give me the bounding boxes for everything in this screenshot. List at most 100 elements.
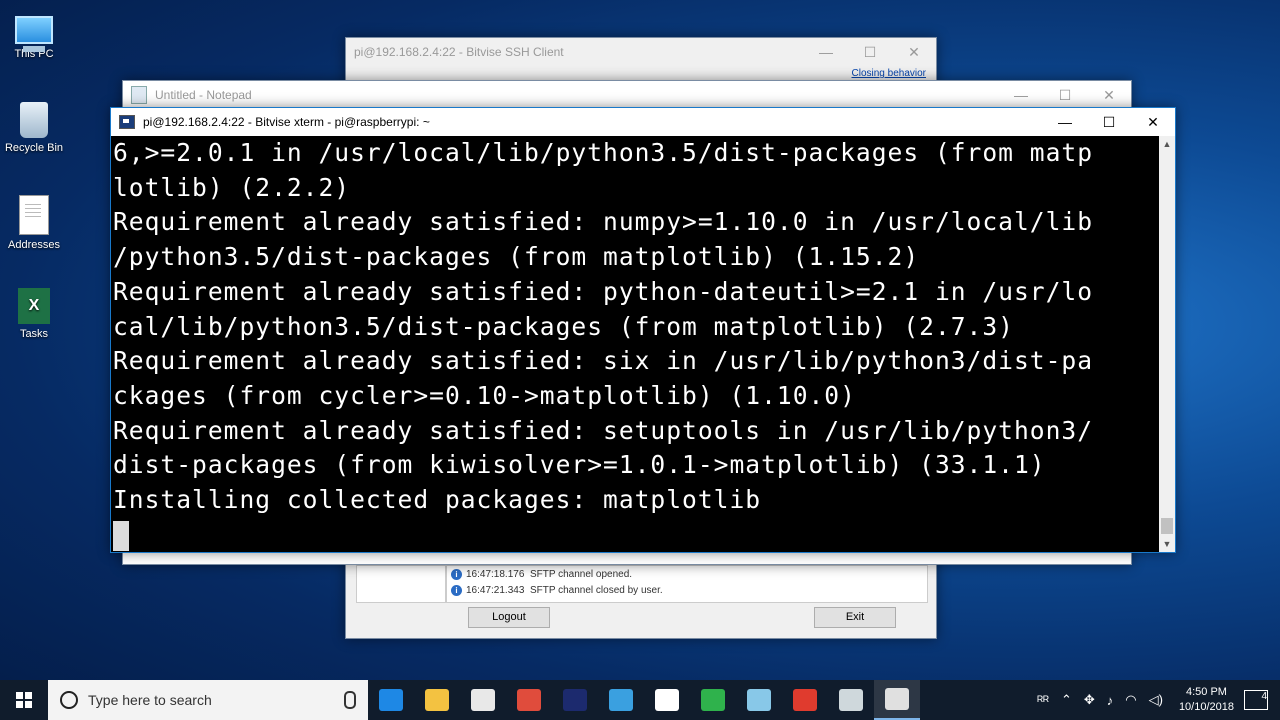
- desktop-icon-recycle-bin[interactable]: Recycle Bin: [4, 102, 64, 154]
- terminal-scrollbar[interactable]: ▲ ▼: [1159, 136, 1175, 552]
- terminal-line: cal/lib/python3.5/dist-packages (from ma…: [113, 311, 1014, 341]
- volume-icon[interactable]: ♪: [1107, 693, 1114, 708]
- taskbar-camtasia-red-button[interactable]: [782, 680, 828, 720]
- edge-icon: [379, 689, 403, 711]
- taskbar-edge-button[interactable]: [368, 680, 414, 720]
- log-time: 16:47:18.176: [466, 568, 525, 580]
- wifi-icon[interactable]: ◠: [1125, 692, 1136, 708]
- desktop-icon-label: Tasks: [19, 328, 49, 340]
- close-button[interactable]: ✕: [1087, 87, 1131, 104]
- camtasia-icon: [701, 689, 725, 711]
- exit-button[interactable]: Exit: [814, 607, 896, 628]
- taskbar-notepad-app-button[interactable]: [736, 680, 782, 720]
- terminal-icon: [119, 115, 135, 129]
- minimize-button[interactable]: —: [1043, 114, 1087, 130]
- logout-button[interactable]: Logout: [468, 607, 550, 628]
- chrome-icon: [517, 689, 541, 711]
- terminal-line: Requirement already satisfied: six in /u…: [113, 346, 1094, 376]
- taskbar-sublime-merge-button[interactable]: [552, 680, 598, 720]
- xterm-titlebar[interactable]: pi@192.168.2.4:22 - Bitvise xterm - pi@r…: [111, 108, 1175, 136]
- taskbar-apps: [368, 680, 920, 720]
- search-box[interactable]: Type here to search: [48, 680, 368, 720]
- desktop-icon-label: Addresses: [8, 239, 60, 251]
- recycle-bin-icon: [20, 102, 48, 138]
- terminal-line: Requirement already satisfied: setuptool…: [113, 415, 1094, 445]
- terminal-line: dist-packages (from kiwisolver>=1.0.1->m…: [113, 450, 1046, 480]
- start-button[interactable]: [0, 680, 48, 720]
- scrollbar-thumb[interactable]: [1161, 518, 1173, 534]
- window-title: pi@192.168.2.4:22 - Bitvise SSH Client: [354, 45, 564, 59]
- desktop-icon-tasks[interactable]: X Tasks: [4, 288, 64, 340]
- maximize-button[interactable]: ☐: [1043, 87, 1087, 104]
- people-icon[interactable]: ᴿᴿ: [1037, 693, 1049, 708]
- taskbar-bitvise-ssh-button[interactable]: [828, 680, 874, 720]
- scroll-down-icon[interactable]: ▼: [1159, 536, 1175, 552]
- file-explorer-icon: [425, 689, 449, 711]
- window-title: Untitled - Notepad: [155, 88, 252, 102]
- bitvise-xterm-icon: [885, 688, 909, 710]
- windows-logo-icon: [16, 692, 32, 708]
- info-icon: i: [451, 584, 462, 596]
- taskbar-chrome-button[interactable]: [506, 680, 552, 720]
- log-time: 16:47:21.343: [466, 584, 525, 596]
- bitvise-titlebar[interactable]: pi@192.168.2.4:22 - Bitvise SSH Client —…: [346, 38, 936, 66]
- mail-icon: [655, 689, 679, 711]
- taskbar-mail-button[interactable]: [644, 680, 690, 720]
- action-center-icon[interactable]: 4: [1244, 690, 1268, 710]
- taskbar-bitvise-xterm-button[interactable]: [874, 680, 920, 720]
- side-panel: [356, 565, 446, 603]
- maximize-button[interactable]: ☐: [848, 44, 892, 61]
- terminal-line: 6,>=2.0.1 in /usr/local/lib/python3.5/di…: [113, 138, 1094, 167]
- taskbar-store-button[interactable]: [460, 680, 506, 720]
- notepad-titlebar[interactable]: Untitled - Notepad — ☐ ✕: [123, 81, 1131, 109]
- taskbar-file-explorer-button[interactable]: [414, 680, 460, 720]
- desktop-icon-this-pc[interactable]: This PC: [4, 10, 64, 60]
- maximize-button[interactable]: ☐: [1087, 114, 1131, 131]
- notepad-icon: [131, 86, 147, 104]
- log-row: i 16:47:18.176 SFTP channel opened.: [447, 566, 927, 582]
- taskbar-v2-app-button[interactable]: [598, 680, 644, 720]
- store-icon: [471, 689, 495, 711]
- computer-icon: [15, 16, 53, 52]
- terminal-line: Installing collected packages: matplotli…: [113, 485, 762, 515]
- bitvise-ssh-icon: [839, 689, 863, 711]
- sublime-merge-icon: [563, 689, 587, 711]
- terminal-output[interactable]: 6,>=2.0.1 in /usr/local/lib/python3.5/di…: [111, 136, 1161, 552]
- log-message: SFTP channel closed by user.: [529, 584, 663, 596]
- terminal-cursor: [113, 520, 129, 551]
- close-button[interactable]: ✕: [892, 44, 936, 61]
- terminal-line: Requirement already satisfied: python-da…: [113, 276, 1094, 306]
- minimize-button[interactable]: —: [804, 44, 848, 60]
- closing-behavior-link[interactable]: Closing behavior: [852, 68, 927, 79]
- excel-icon: X: [18, 288, 50, 324]
- dropbox-icon[interactable]: ✥: [1084, 692, 1095, 708]
- scroll-up-icon[interactable]: ▲: [1159, 136, 1175, 152]
- clock-date: 10/10/2018: [1178, 701, 1234, 713]
- cortana-icon: [60, 691, 78, 709]
- system-tray: ᴿᴿ ⌃ ✥ ♪ ◠ ◁) 4:50 PM 10/10/2018 4: [1031, 680, 1280, 720]
- taskbar: Type here to search ᴿᴿ ⌃ ✥ ♪ ◠ ◁) 4:50 P…: [0, 680, 1280, 720]
- taskbar-camtasia-button[interactable]: [690, 680, 736, 720]
- close-button[interactable]: ✕: [1131, 114, 1175, 131]
- minimize-button[interactable]: —: [999, 87, 1043, 103]
- log-list[interactable]: i 16:47:18.176 SFTP channel opened. i 16…: [446, 565, 928, 603]
- document-icon: [19, 195, 49, 235]
- terminal-prompt-line: [113, 518, 1161, 552]
- log-row: i 16:47:21.343 SFTP channel closed by us…: [447, 582, 927, 598]
- v2-app-icon: [609, 689, 633, 711]
- camtasia-red-icon: [793, 689, 817, 711]
- terminal-line: /python3.5/dist-packages (from matplotli…: [113, 242, 920, 272]
- window-title: pi@192.168.2.4:22 - Bitvise xterm - pi@r…: [143, 115, 430, 129]
- info-icon: i: [451, 568, 462, 580]
- xterm-window[interactable]: pi@192.168.2.4:22 - Bitvise xterm - pi@r…: [110, 107, 1176, 553]
- chevron-up-icon[interactable]: ⌃: [1061, 692, 1072, 708]
- speaker-icon[interactable]: ◁): [1149, 692, 1163, 708]
- notepad-app-icon: [747, 689, 771, 711]
- terminal-line: lotlib) (2.2.2): [113, 172, 351, 202]
- clock[interactable]: 4:50 PM 10/10/2018: [1179, 685, 1234, 715]
- microphone-icon[interactable]: [344, 691, 356, 709]
- terminal-line: Requirement already satisfied: numpy>=1.…: [113, 207, 1094, 237]
- desktop-icon-label: Recycle Bin: [4, 142, 64, 154]
- search-placeholder: Type here to search: [88, 692, 212, 708]
- desktop-icon-addresses[interactable]: Addresses: [4, 195, 64, 251]
